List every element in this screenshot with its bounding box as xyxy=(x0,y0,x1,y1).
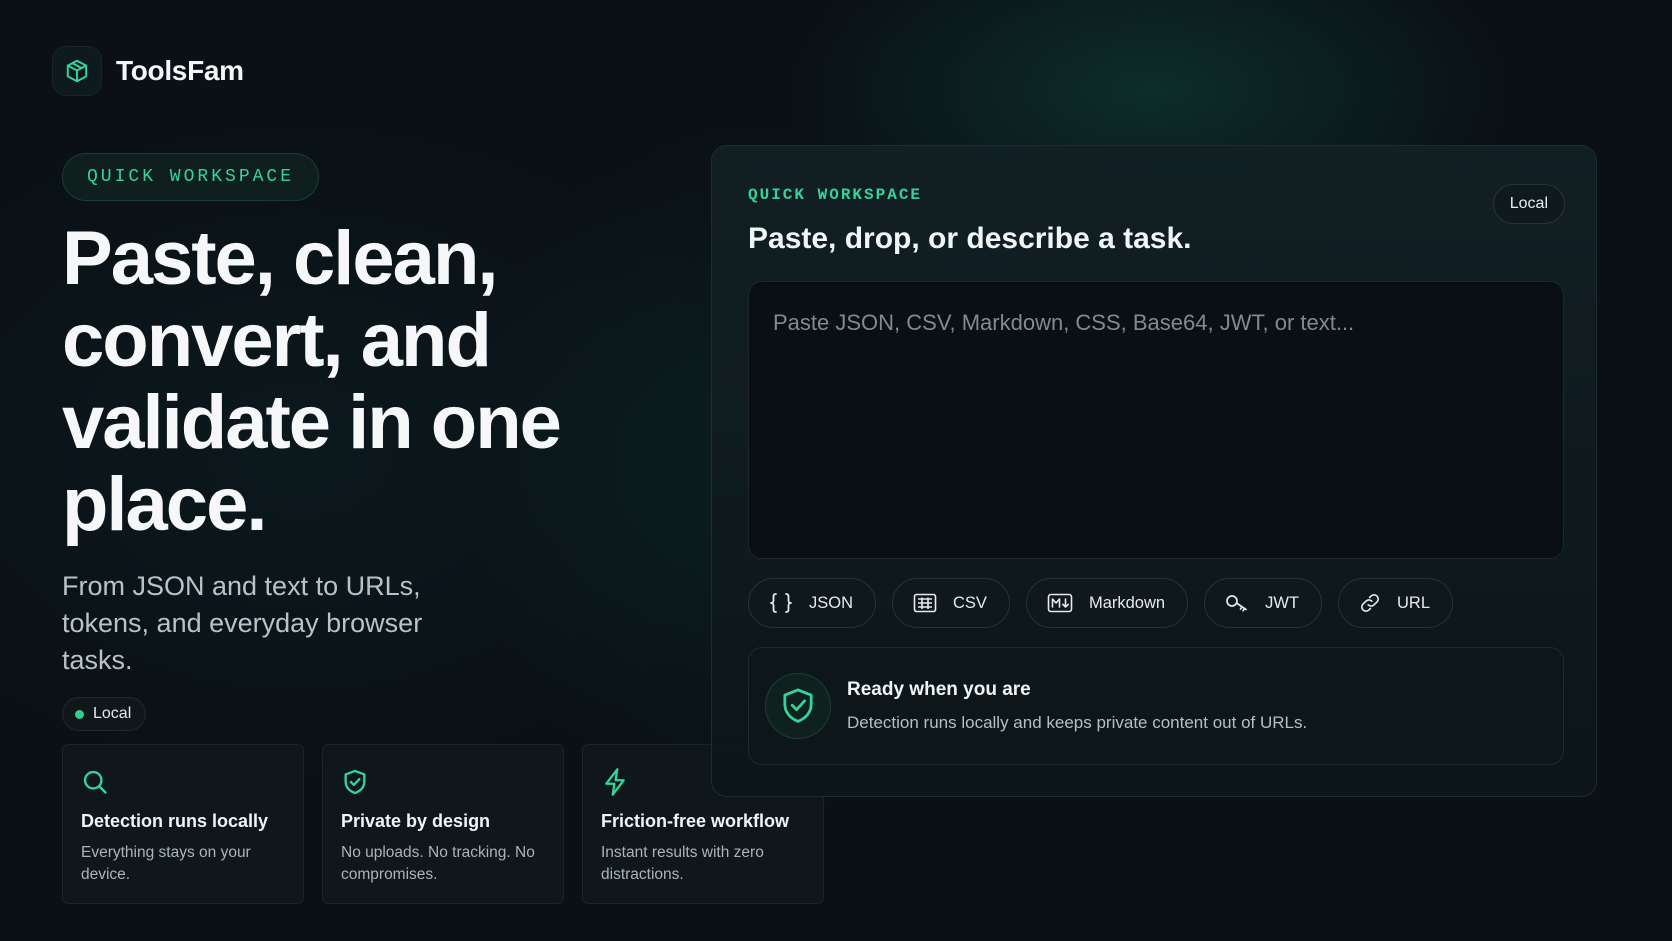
jwt-chip-button[interactable]: JWT xyxy=(1204,578,1322,628)
status-body: Detection runs locally and keeps private… xyxy=(847,713,1308,732)
workspace-eyebrow: QUICK WORKSPACE xyxy=(748,186,923,204)
markdown-icon xyxy=(1047,593,1073,613)
feature-body: No uploads. No tracking. No compromises. xyxy=(341,844,535,883)
table-icon xyxy=(913,593,937,613)
feature-title: Private by design xyxy=(341,811,491,831)
feature-body: Instant results with zero distractions. xyxy=(601,844,764,883)
chip-label: URL xyxy=(1396,593,1430,612)
page: ToolsFam QUICK WORKSPACE Paste, clean, c… xyxy=(0,0,1672,941)
feature-card: Private by design No uploads. No trackin… xyxy=(322,744,564,904)
feature-body: Everything stays on your device. xyxy=(81,844,251,883)
cube-icon xyxy=(52,46,102,96)
search-icon xyxy=(81,765,285,799)
link-icon xyxy=(1359,592,1381,614)
format-chip-row: JSON CSV Markdown JWT URL xyxy=(748,578,1453,628)
feature-list: Detection runs locally Everything stays … xyxy=(62,744,824,904)
chip-label: Markdown xyxy=(1088,593,1166,612)
brand-name: ToolsFam xyxy=(116,55,244,86)
chip-label: JWT xyxy=(1265,593,1299,612)
shield-check-icon xyxy=(341,765,545,799)
status-dot xyxy=(75,709,84,719)
status-title: Ready when you are xyxy=(847,679,1031,700)
brand[interactable]: ToolsFam xyxy=(52,46,244,96)
markdown-chip-button[interactable]: Markdown xyxy=(1025,578,1189,628)
key-icon xyxy=(1225,593,1249,613)
json-chip-button[interactable]: JSON xyxy=(748,578,877,628)
hero-title: Paste, clean, convert, and validate in o… xyxy=(62,216,562,547)
workspace-card: QUICK WORKSPACE Paste, drop, or describe… xyxy=(711,145,1597,797)
chip-label: CSV xyxy=(953,593,987,612)
hero-eyebrow: QUICK WORKSPACE xyxy=(62,153,320,201)
local-status-chip: Local xyxy=(62,697,147,731)
status-panel: Ready when you are Detection runs locall… xyxy=(748,647,1564,765)
braces-icon xyxy=(769,592,793,614)
feature-card: Detection runs locally Everything stays … xyxy=(62,744,304,904)
feature-title: Detection runs locally xyxy=(81,811,269,831)
workspace-local-badge: Local xyxy=(1492,184,1565,224)
url-chip-button[interactable]: URL xyxy=(1337,578,1453,628)
workspace-title: Paste, drop, or describe a task. xyxy=(748,222,1192,255)
csv-chip-button[interactable]: CSV xyxy=(892,578,1010,628)
local-chip-label: Local xyxy=(93,705,132,722)
workspace-input[interactable] xyxy=(748,281,1564,559)
status-text: Ready when you are Detection runs locall… xyxy=(847,679,1307,733)
feature-title: Friction-free workflow xyxy=(601,811,790,831)
chip-label: JSON xyxy=(809,593,854,612)
shield-check-icon xyxy=(765,673,831,739)
hero-subtitle: From JSON and text to URLs, tokens, and … xyxy=(62,571,423,675)
